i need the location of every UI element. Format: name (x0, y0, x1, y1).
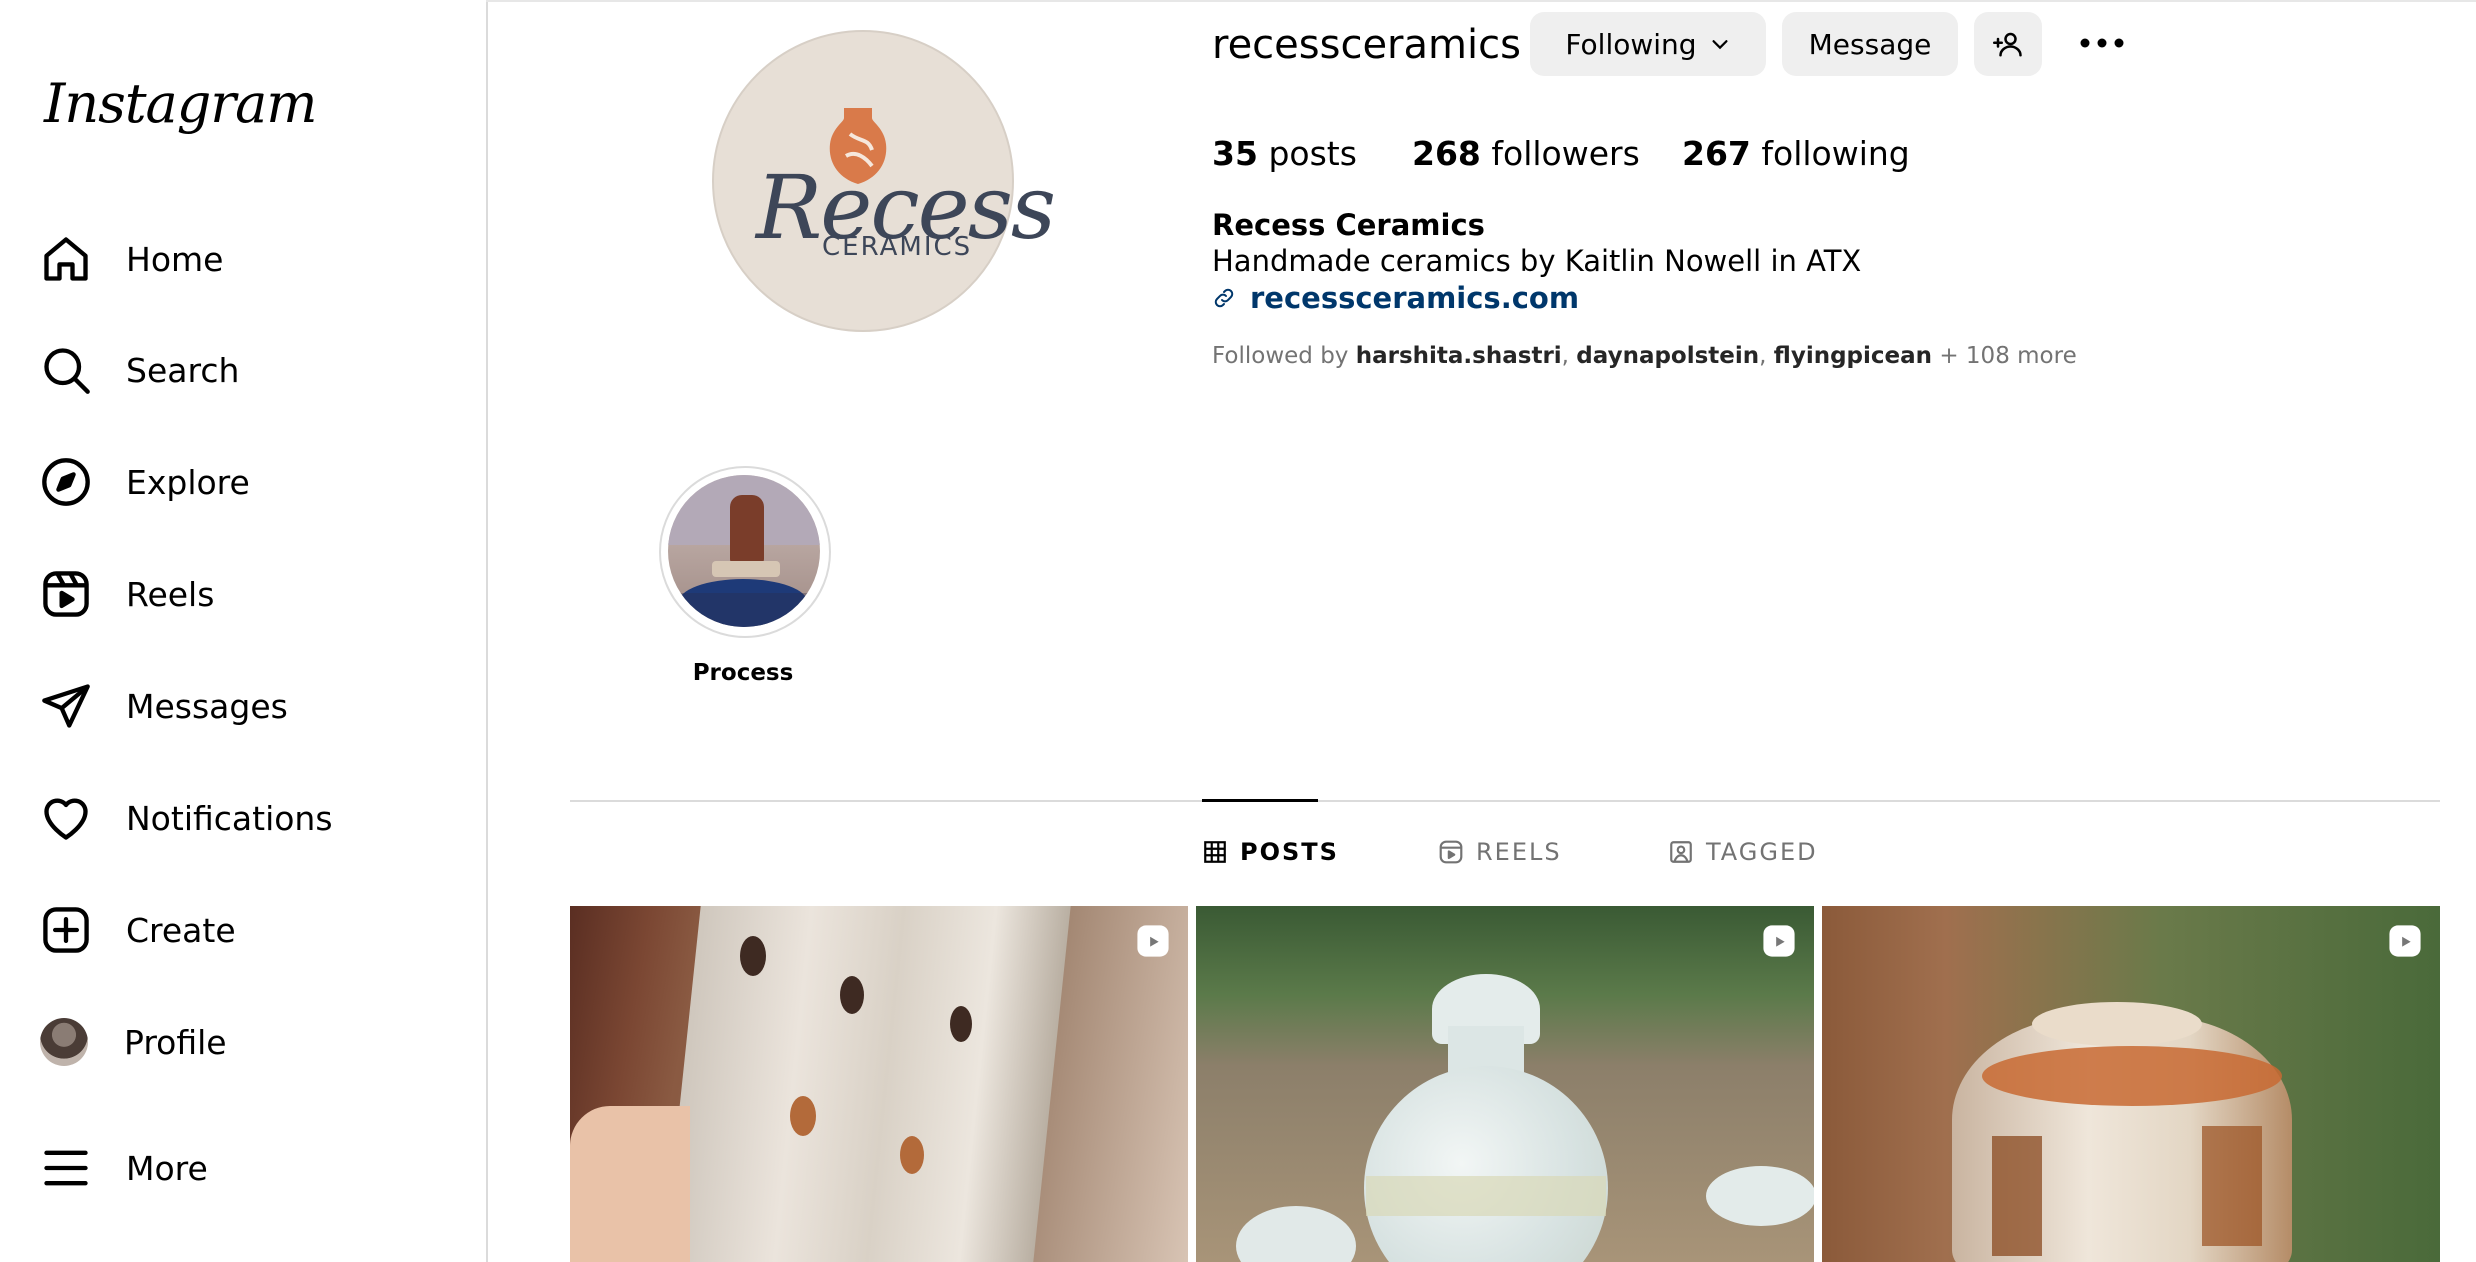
sidebar-item-create[interactable]: Create (40, 890, 460, 970)
home-icon (44, 237, 88, 281)
avatar-logo-subtext: CERAMICS (822, 232, 973, 262)
top-border (486, 0, 2476, 2)
hamburger-icon (44, 1150, 88, 1186)
more-options-button[interactable] (2072, 28, 2132, 58)
website-link-text: recessceramics.com (1250, 281, 1580, 315)
highlight-label: Process (692, 660, 794, 686)
sidebar-item-messages[interactable]: Messages (40, 666, 460, 746)
followed-by[interactable]: Followed by harshita.shastri, daynapolst… (1212, 343, 2077, 369)
sidebar-item-label: Explore (126, 462, 250, 502)
tagged-icon (1670, 841, 1692, 863)
sidebar-item-notifications[interactable]: Notifications (40, 778, 460, 858)
tab-reels[interactable]: REELS (1438, 838, 1562, 866)
sidebar: Instagram Home Search Explore Reels Mess… (0, 0, 488, 1262)
sidebar-item-search[interactable]: Search (40, 330, 460, 410)
reels-icon (1439, 840, 1463, 864)
following-link[interactable]: 267 following (1682, 134, 1910, 173)
tab-label: POSTS (1240, 838, 1339, 866)
post-thumbnail[interactable] (1822, 906, 2440, 1262)
reel-icon (2389, 925, 2421, 957)
ellipsis-icon (2080, 38, 2124, 48)
tab-tagged[interactable]: TAGGED (1668, 838, 1818, 866)
more-followers[interactable]: + 108 more (1939, 343, 2076, 369)
sidebar-item-label: Profile (124, 1022, 227, 1062)
active-tab-indicator (1202, 799, 1318, 802)
tab-posts[interactable]: POSTS (1202, 838, 1339, 866)
reel-icon (1763, 925, 1795, 957)
sidebar-item-profile[interactable]: Profile (40, 1002, 460, 1082)
following-count-label: following (1761, 134, 1910, 173)
grid-icon (1204, 841, 1226, 863)
sidebar-item-label: Messages (126, 686, 288, 726)
tab-label: REELS (1476, 838, 1562, 866)
post-thumbnail[interactable] (1196, 906, 1814, 1262)
comma-separator: , (1759, 343, 1774, 369)
mutual-follower-3[interactable]: flyingpicean (1774, 343, 1932, 369)
sidebar-item-label: Notifications (126, 798, 333, 838)
avatar (40, 1018, 88, 1066)
tab-label: TAGGED (1706, 838, 1818, 866)
paper-plane-icon (42, 684, 90, 728)
profile-display-name: Recess Ceramics (1212, 208, 1485, 242)
following-count-value: 267 (1682, 134, 1751, 173)
comma-separator: , (1561, 343, 1577, 369)
sidebar-item-reels[interactable]: Reels (40, 554, 460, 634)
posts-count-label: posts (1268, 134, 1357, 173)
following-button[interactable]: Following (1530, 12, 1766, 76)
sidebar-item-label: Reels (126, 574, 215, 614)
suggest-user-button[interactable] (1974, 12, 2042, 76)
sidebar-item-home[interactable]: Home (40, 219, 460, 299)
mutual-follower-1[interactable]: harshita.shastri (1356, 343, 1562, 369)
profile-bio: Handmade ceramics by Kaitlin Nowell in A… (1212, 244, 1862, 278)
sidebar-item-label: More (126, 1148, 208, 1188)
sidebar-item-label: Home (126, 239, 224, 279)
profile-website-link[interactable]: recessceramics.com (1212, 281, 1579, 315)
chevron-down-icon (1712, 40, 1728, 50)
search-icon (44, 348, 90, 394)
compass-icon (42, 458, 90, 506)
mutual-follower-2[interactable]: daynapolstein (1576, 343, 1759, 369)
followers-link[interactable]: 268 followers (1412, 134, 1640, 173)
sidebar-item-explore[interactable]: Explore (40, 442, 460, 522)
profile-avatar[interactable]: Recess CERAMICS (712, 30, 1056, 332)
followers-count-value: 268 (1412, 134, 1481, 173)
sidebar-item-label: Create (126, 910, 236, 950)
followers-count-label: followers (1491, 134, 1640, 173)
posts-count: 35 posts (1212, 134, 1357, 173)
sidebar-item-label: Search (126, 350, 240, 390)
instagram-logo[interactable]: Instagram (44, 72, 317, 135)
followed-by-prefix: Followed by (1212, 343, 1349, 369)
sidebar-item-more[interactable]: More (40, 1128, 460, 1208)
tabs-divider (570, 800, 2440, 802)
post-thumbnail[interactable] (570, 906, 1188, 1262)
highlight-cover-image (668, 475, 820, 627)
message-button[interactable]: Message (1782, 12, 1958, 76)
profile-username: recessceramics (1212, 22, 1521, 68)
following-button-label: Following (1565, 27, 1697, 61)
link-icon (1214, 288, 1234, 308)
reels-icon (43, 571, 89, 617)
posts-count-value: 35 (1212, 134, 1258, 173)
add-person-icon (1993, 32, 2022, 57)
reel-icon (1137, 925, 1169, 957)
message-button-label: Message (1808, 27, 1932, 61)
plus-square-icon (43, 907, 89, 953)
heart-icon (44, 798, 88, 840)
